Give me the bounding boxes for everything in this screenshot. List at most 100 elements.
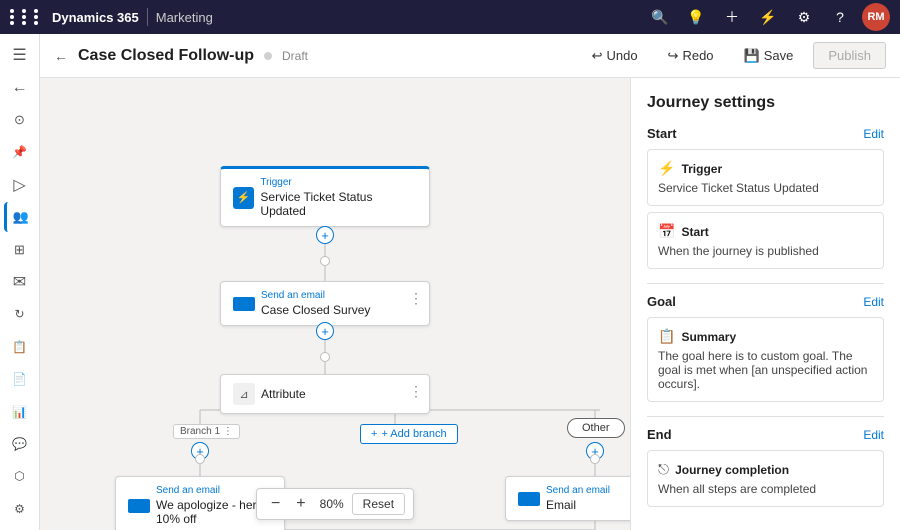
start-card-value: When the journey is published	[658, 244, 873, 258]
settings-icon[interactable]: ⚙	[790, 3, 818, 31]
zoom-out-button[interactable]: −	[265, 493, 286, 515]
attribute-icon: ⊿	[233, 383, 255, 405]
back-button[interactable]: ←	[54, 48, 68, 64]
attribute-menu[interactable]: ⋮	[409, 383, 423, 400]
sidebar-recent[interactable]: ⊙	[4, 105, 36, 135]
add-icon[interactable]: ＋	[718, 3, 746, 31]
start-section-label: Start	[647, 126, 677, 141]
redo-icon: ↪	[668, 48, 679, 64]
trigger-card-title: Trigger	[681, 162, 722, 176]
goal-edit-link[interactable]: Edit	[863, 295, 884, 309]
sidebar-pin[interactable]: 📌	[4, 137, 36, 167]
end-section: End Edit ⎋ Journey completion When all s…	[647, 427, 884, 507]
end-section-label: End	[647, 427, 672, 442]
app-name: Dynamics 365	[52, 10, 139, 25]
email2-icon	[128, 499, 150, 513]
save-button[interactable]: 💾 Save	[734, 43, 804, 69]
section-divider-2	[647, 416, 884, 417]
status-badge: Draft	[282, 49, 308, 63]
sidebar-leads[interactable]: ⬡	[4, 461, 36, 491]
settings-panel-title: Journey settings	[647, 94, 884, 112]
email3-icon	[518, 492, 540, 506]
add-after-email1[interactable]: +	[316, 322, 334, 340]
start-card-title: Start	[681, 225, 708, 239]
status-dot	[264, 52, 272, 60]
sidebar-menu[interactable]: ☰	[4, 40, 36, 70]
email1-node[interactable]: Send an email Case Closed Survey ⋮	[220, 281, 430, 326]
sidebar-conversations[interactable]: 💬	[4, 429, 36, 459]
end-edit-link[interactable]: Edit	[863, 428, 884, 442]
sidebar-forms[interactable]: 📋	[4, 332, 36, 362]
top-navigation: Dynamics 365 Marketing 🔍 💡 ＋ ⚡ ⚙ ? RM	[0, 0, 900, 34]
connector-circle-4	[590, 454, 600, 464]
help-icon[interactable]: ?	[826, 3, 854, 31]
canvas-settings-layout: ⚡ Trigger Service Ticket Status Updated …	[40, 78, 900, 530]
undo-button[interactable]: ↩ Undo	[582, 43, 648, 69]
email1-label: Send an email	[261, 290, 370, 301]
nav-divider	[147, 8, 148, 26]
other-branch-oval[interactable]: Other	[567, 418, 625, 438]
trigger-card-value: Service Ticket Status Updated	[658, 181, 873, 195]
sidebar-segments[interactable]: ⊞	[4, 234, 36, 264]
attribute-node[interactable]: ⊿ Attribute ⋮	[220, 374, 430, 414]
email3-node[interactable]: Send an email Email ⚠	[505, 476, 630, 521]
end-card-title: Journey completion	[675, 463, 789, 477]
email2-title: We apologize - here's 10% off	[156, 498, 272, 526]
sidebar-analytics[interactable]: 📊	[4, 396, 36, 426]
sidebar-settings[interactable]: ⚙	[4, 494, 36, 524]
goal-section-label: Goal	[647, 294, 676, 309]
user-avatar[interactable]: RM	[862, 3, 890, 31]
app-module: Marketing	[156, 10, 213, 25]
content-area: ← Case Closed Follow-up Draft ↩ Undo ↪ R…	[40, 34, 900, 530]
trigger-card-icon: ⚡	[658, 160, 675, 177]
sidebar-contacts[interactable]: 👥	[4, 202, 36, 232]
trigger-icon: ⚡	[233, 187, 254, 209]
sidebar-emails[interactable]: ✉	[4, 267, 36, 297]
publish-button[interactable]: Publish	[813, 42, 886, 69]
header-bar: ← Case Closed Follow-up Draft ↩ Undo ↪ R…	[40, 34, 900, 78]
app-grid-icon[interactable]	[10, 9, 44, 25]
email3-label: Send an email	[546, 485, 610, 496]
ideas-icon[interactable]: 💡	[682, 3, 710, 31]
filter-icon[interactable]: ⚡	[754, 3, 782, 31]
trigger-label: Trigger	[260, 177, 417, 188]
zoom-level: 80%	[316, 497, 348, 511]
email1-icon	[233, 297, 255, 311]
goal-card-icon: 📋	[658, 328, 675, 345]
sidebar-back[interactable]: ←	[4, 72, 36, 102]
end-card[interactable]: ⎋ Journey completion When all steps are …	[647, 450, 884, 507]
goal-card[interactable]: 📋 Summary The goal here is to custom goa…	[647, 317, 884, 402]
start-section: Start Edit ⚡ Trigger Service Ticket Stat…	[647, 126, 884, 269]
page-title: Case Closed Follow-up	[78, 47, 254, 65]
branch1-label[interactable]: Branch 1 ⋮	[173, 424, 240, 439]
start-card[interactable]: 📅 Start When the journey is published	[647, 212, 884, 269]
add-branch-plus-icon: +	[371, 428, 377, 440]
start-edit-link[interactable]: Edit	[863, 127, 884, 141]
end-card-icon: ⎋	[658, 461, 669, 478]
trigger-title: Service Ticket Status Updated	[260, 190, 417, 218]
journey-settings-panel: Journey settings Start Edit ⚡ Trigger Se…	[630, 78, 900, 530]
trigger-card[interactable]: ⚡ Trigger Service Ticket Status Updated	[647, 149, 884, 206]
email1-title: Case Closed Survey	[261, 303, 370, 317]
sidebar-journeys[interactable]: ↻	[4, 299, 36, 329]
email3-title: Email	[546, 498, 610, 512]
connector-circle-3	[195, 454, 205, 464]
sidebar: ☰ ← ⊙ 📌 ▷ 👥 ⊞ ✉ ↻ 📋 📄 📊 💬 ⬡ ⚙	[0, 34, 40, 530]
add-branch-button[interactable]: + + Add branch	[360, 424, 458, 444]
sidebar-pages[interactable]: 📄	[4, 364, 36, 394]
journey-canvas[interactable]: ⚡ Trigger Service Ticket Status Updated …	[40, 78, 630, 530]
trigger-node[interactable]: ⚡ Trigger Service Ticket Status Updated	[220, 166, 430, 227]
add-after-trigger[interactable]: +	[316, 226, 334, 244]
zoom-in-button[interactable]: +	[290, 493, 311, 515]
zoom-toolbar: − + 80% Reset	[256, 488, 414, 520]
main-layout: ☰ ← ⊙ 📌 ▷ 👥 ⊞ ✉ ↻ 📋 📄 📊 💬 ⬡ ⚙ ← Case Clo…	[0, 34, 900, 530]
start-card-icon: 📅	[658, 223, 675, 240]
email2-label: Send an email	[156, 485, 272, 496]
reset-button[interactable]: Reset	[352, 493, 405, 515]
email1-menu[interactable]: ⋮	[409, 290, 423, 307]
sidebar-play[interactable]: ▷	[4, 170, 36, 200]
save-icon: 💾	[744, 48, 760, 64]
goal-card-title: Summary	[681, 330, 736, 344]
redo-button[interactable]: ↪ Redo	[658, 43, 724, 69]
search-icon[interactable]: 🔍	[646, 3, 674, 31]
